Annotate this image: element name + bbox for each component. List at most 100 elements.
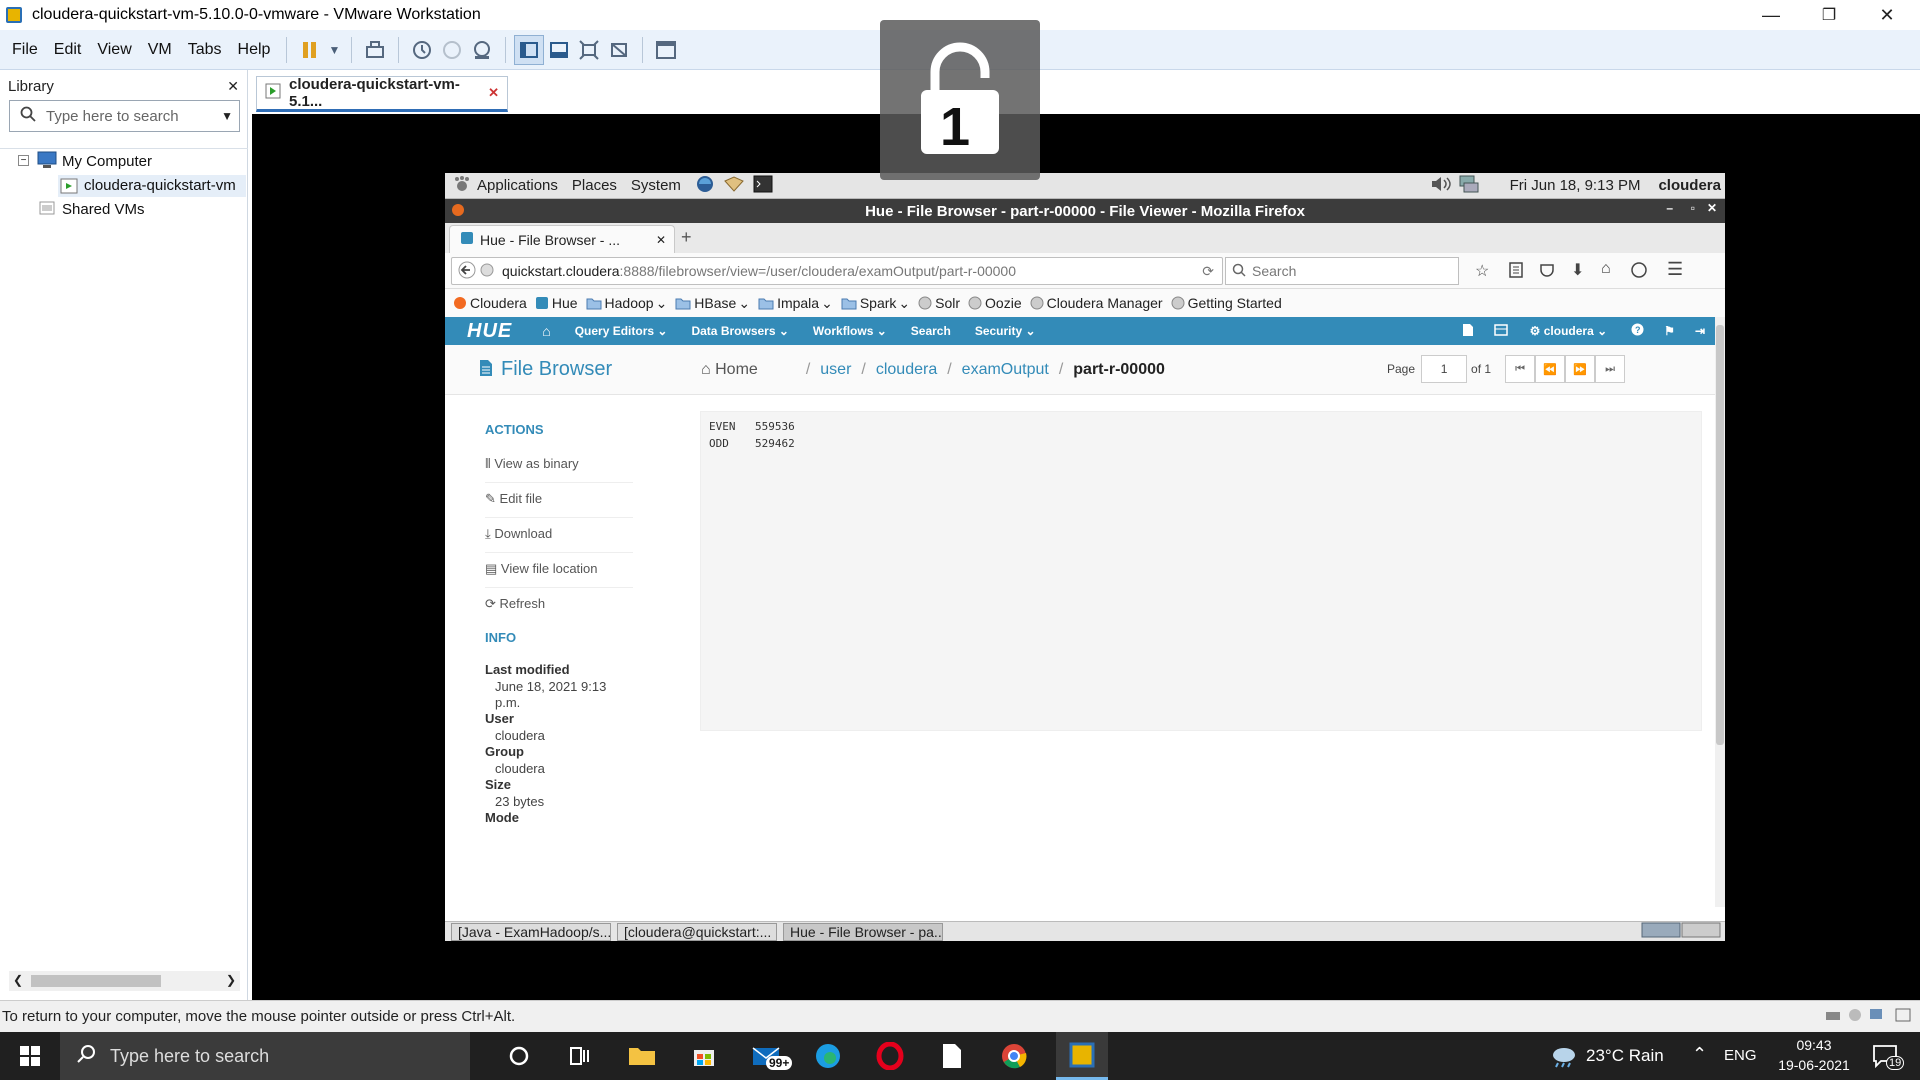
menu-tabs[interactable]: Tabs bbox=[180, 41, 230, 59]
gnome-applications-menu[interactable]: Applications bbox=[477, 177, 558, 194]
firefox-tab-close-icon[interactable]: ✕ bbox=[656, 233, 666, 247]
scrollbar-thumb[interactable] bbox=[31, 975, 161, 987]
page-number-input[interactable]: 1 bbox=[1421, 355, 1468, 383]
tree-collapse-toggle[interactable]: − bbox=[18, 155, 29, 166]
terminal-launcher-icon[interactable] bbox=[753, 175, 773, 197]
library-close-icon[interactable]: ✕ bbox=[227, 78, 239, 95]
gnome-system-menu[interactable]: System bbox=[631, 177, 681, 194]
unity-icon[interactable] bbox=[604, 35, 634, 65]
breadcrumb-cloudera[interactable]: cloudera bbox=[876, 361, 937, 379]
bookmark-folder-impala[interactable]: Impala ⌄ bbox=[758, 295, 833, 312]
snapshot-icon[interactable] bbox=[407, 35, 437, 65]
pocket-icon[interactable] bbox=[1539, 262, 1555, 282]
hue-logo[interactable]: HUE bbox=[467, 320, 512, 343]
nav-data-browsers[interactable]: Data Browsers ⌄ bbox=[691, 324, 788, 338]
tree-item-shared-vms[interactable]: Shared VMs bbox=[62, 201, 145, 218]
nav-query-editors[interactable]: Query Editors ⌄ bbox=[575, 324, 668, 338]
view-as-binary-action[interactable]: ⦀ View as binary bbox=[485, 456, 633, 483]
scroll-right-icon[interactable]: ❯ bbox=[226, 973, 236, 987]
help-icon[interactable]: ? bbox=[1631, 323, 1644, 339]
breadcrumb-examoutput[interactable]: examOutput bbox=[962, 361, 1049, 379]
firefox-tab-hue[interactable]: Hue - File Browser - ... ✕ bbox=[449, 225, 675, 253]
document-icon[interactable] bbox=[932, 1038, 972, 1074]
weather-rain-icon[interactable] bbox=[1550, 1046, 1578, 1072]
task-view-icon[interactable] bbox=[560, 1038, 600, 1074]
cortana-icon[interactable] bbox=[499, 1038, 539, 1074]
table-icon[interactable] bbox=[1493, 323, 1508, 339]
downloads-icon[interactable]: ⬇ bbox=[1571, 260, 1584, 280]
breadcrumb-home[interactable]: ⌂ Home bbox=[701, 361, 758, 379]
mail-launcher-icon[interactable] bbox=[723, 175, 745, 197]
volume-icon[interactable] bbox=[1430, 175, 1452, 197]
tree-item-my-computer[interactable]: My Computer bbox=[62, 153, 152, 170]
nav-search[interactable]: Search bbox=[911, 324, 951, 338]
snapshot-manager-icon[interactable] bbox=[467, 35, 497, 65]
windows-start-icon[interactable] bbox=[10, 1038, 50, 1074]
guest-task-terminal[interactable]: [cloudera@quickstart:... bbox=[617, 922, 777, 941]
home-icon[interactable]: ⌂ bbox=[1601, 260, 1611, 278]
firefox-minimize-icon[interactable]: – bbox=[1666, 201, 1673, 215]
vm-tab[interactable]: cloudera-quickstart-vm-5.1... ✕ bbox=[256, 76, 508, 112]
menu-view[interactable]: View bbox=[89, 41, 139, 59]
sign-out-icon[interactable]: ⇥ bbox=[1695, 324, 1705, 338]
bookmark-star-icon[interactable]: ☆ bbox=[1475, 261, 1489, 281]
firefox-launcher-icon[interactable] bbox=[695, 174, 715, 198]
clock-date[interactable]: 19-06-2021 bbox=[1764, 1057, 1864, 1073]
new-tab-button[interactable]: + bbox=[681, 227, 692, 248]
language-indicator[interactable]: ENG bbox=[1724, 1047, 1757, 1064]
first-page-icon[interactable]: ⏮ bbox=[1505, 355, 1536, 383]
view-file-location-action[interactable]: ▤ View file location bbox=[485, 561, 633, 588]
bookmark-oozie[interactable]: Oozie bbox=[968, 295, 1022, 311]
edge-icon[interactable] bbox=[808, 1038, 848, 1074]
thumbnail-bar-icon[interactable] bbox=[544, 35, 574, 65]
file-icon[interactable] bbox=[1462, 323, 1474, 340]
breadcrumb-user[interactable]: user bbox=[820, 361, 851, 379]
bookmark-folder-hbase[interactable]: HBase ⌄ bbox=[675, 295, 750, 312]
close-window-button[interactable]: ✕ bbox=[1858, 0, 1916, 30]
firefox-close-icon[interactable]: ✕ bbox=[1707, 201, 1717, 215]
device-cd-icon[interactable] bbox=[1846, 1007, 1864, 1027]
menu-file[interactable]: File bbox=[4, 41, 46, 59]
bookmark-hue[interactable]: Hue bbox=[535, 295, 578, 311]
gnome-user-menu[interactable]: cloudera bbox=[1658, 177, 1721, 194]
mail-icon[interactable]: 99+ bbox=[746, 1038, 793, 1074]
gnome-clock[interactable]: Fri Jun 18, 9:13 PM bbox=[1510, 177, 1641, 194]
send-ctrl-alt-del-icon[interactable] bbox=[360, 35, 390, 65]
show-library-icon[interactable] bbox=[514, 34, 545, 65]
last-page-icon[interactable]: ⏭ bbox=[1595, 355, 1626, 383]
scrollbar-thumb[interactable] bbox=[1716, 325, 1724, 745]
bookmark-getting-started[interactable]: Getting Started bbox=[1171, 295, 1282, 311]
guest-task-firefox[interactable]: Hue - File Browser - pa... bbox=[783, 922, 943, 941]
firefox-maximize-icon[interactable]: ▫ bbox=[1691, 201, 1695, 215]
chevron-up-icon[interactable]: ⌃ bbox=[1692, 1044, 1707, 1065]
url-bar[interactable]: quickstart.cloudera :8888/filebrowser/vi… bbox=[451, 257, 1223, 285]
back-arrow-icon[interactable] bbox=[458, 261, 476, 282]
reload-icon[interactable]: ⟳ bbox=[1202, 263, 1214, 280]
nav-security[interactable]: Security ⌄ bbox=[975, 324, 1036, 338]
file-contents[interactable]: EVEN 559536 ODD 529462 bbox=[700, 411, 1702, 731]
file-explorer-icon[interactable] bbox=[622, 1038, 662, 1074]
weather-text[interactable]: 23°C Rain bbox=[1586, 1046, 1664, 1066]
hamburger-menu-icon[interactable]: ☰ bbox=[1667, 259, 1683, 280]
user-menu[interactable]: ⚙ cloudera ⌄ bbox=[1530, 324, 1608, 338]
flag-icon[interactable]: ⚑ bbox=[1664, 324, 1675, 338]
bookmark-cloudera[interactable]: Cloudera bbox=[453, 295, 527, 311]
site-info-icon[interactable] bbox=[480, 263, 494, 280]
next-page-icon[interactable]: ⏩ bbox=[1565, 355, 1596, 383]
library-horizontal-scrollbar[interactable]: ❮ ❯ bbox=[9, 971, 240, 991]
library-search-input[interactable]: Type here to search ▼ bbox=[9, 100, 240, 132]
microsoft-store-icon[interactable] bbox=[684, 1038, 724, 1074]
menu-edit[interactable]: Edit bbox=[46, 41, 90, 59]
minimize-button[interactable]: — bbox=[1742, 0, 1800, 30]
message-log-icon[interactable] bbox=[1894, 1007, 1912, 1027]
menu-vm[interactable]: VM bbox=[140, 41, 180, 59]
notifications-icon[interactable]: 19 bbox=[1872, 1044, 1905, 1072]
chevron-down-icon[interactable]: ▼ bbox=[221, 109, 233, 123]
network-icon[interactable] bbox=[1458, 175, 1480, 197]
bookmark-solr[interactable]: Solr bbox=[918, 295, 960, 311]
restore-button[interactable]: ❐ bbox=[1800, 0, 1858, 30]
hue-vertical-scrollbar[interactable] bbox=[1715, 317, 1725, 907]
firefox-search-input[interactable]: Search bbox=[1225, 257, 1459, 285]
power-dropdown-icon[interactable]: ▼ bbox=[325, 35, 343, 65]
clock-time[interactable]: 09:43 bbox=[1774, 1037, 1854, 1053]
